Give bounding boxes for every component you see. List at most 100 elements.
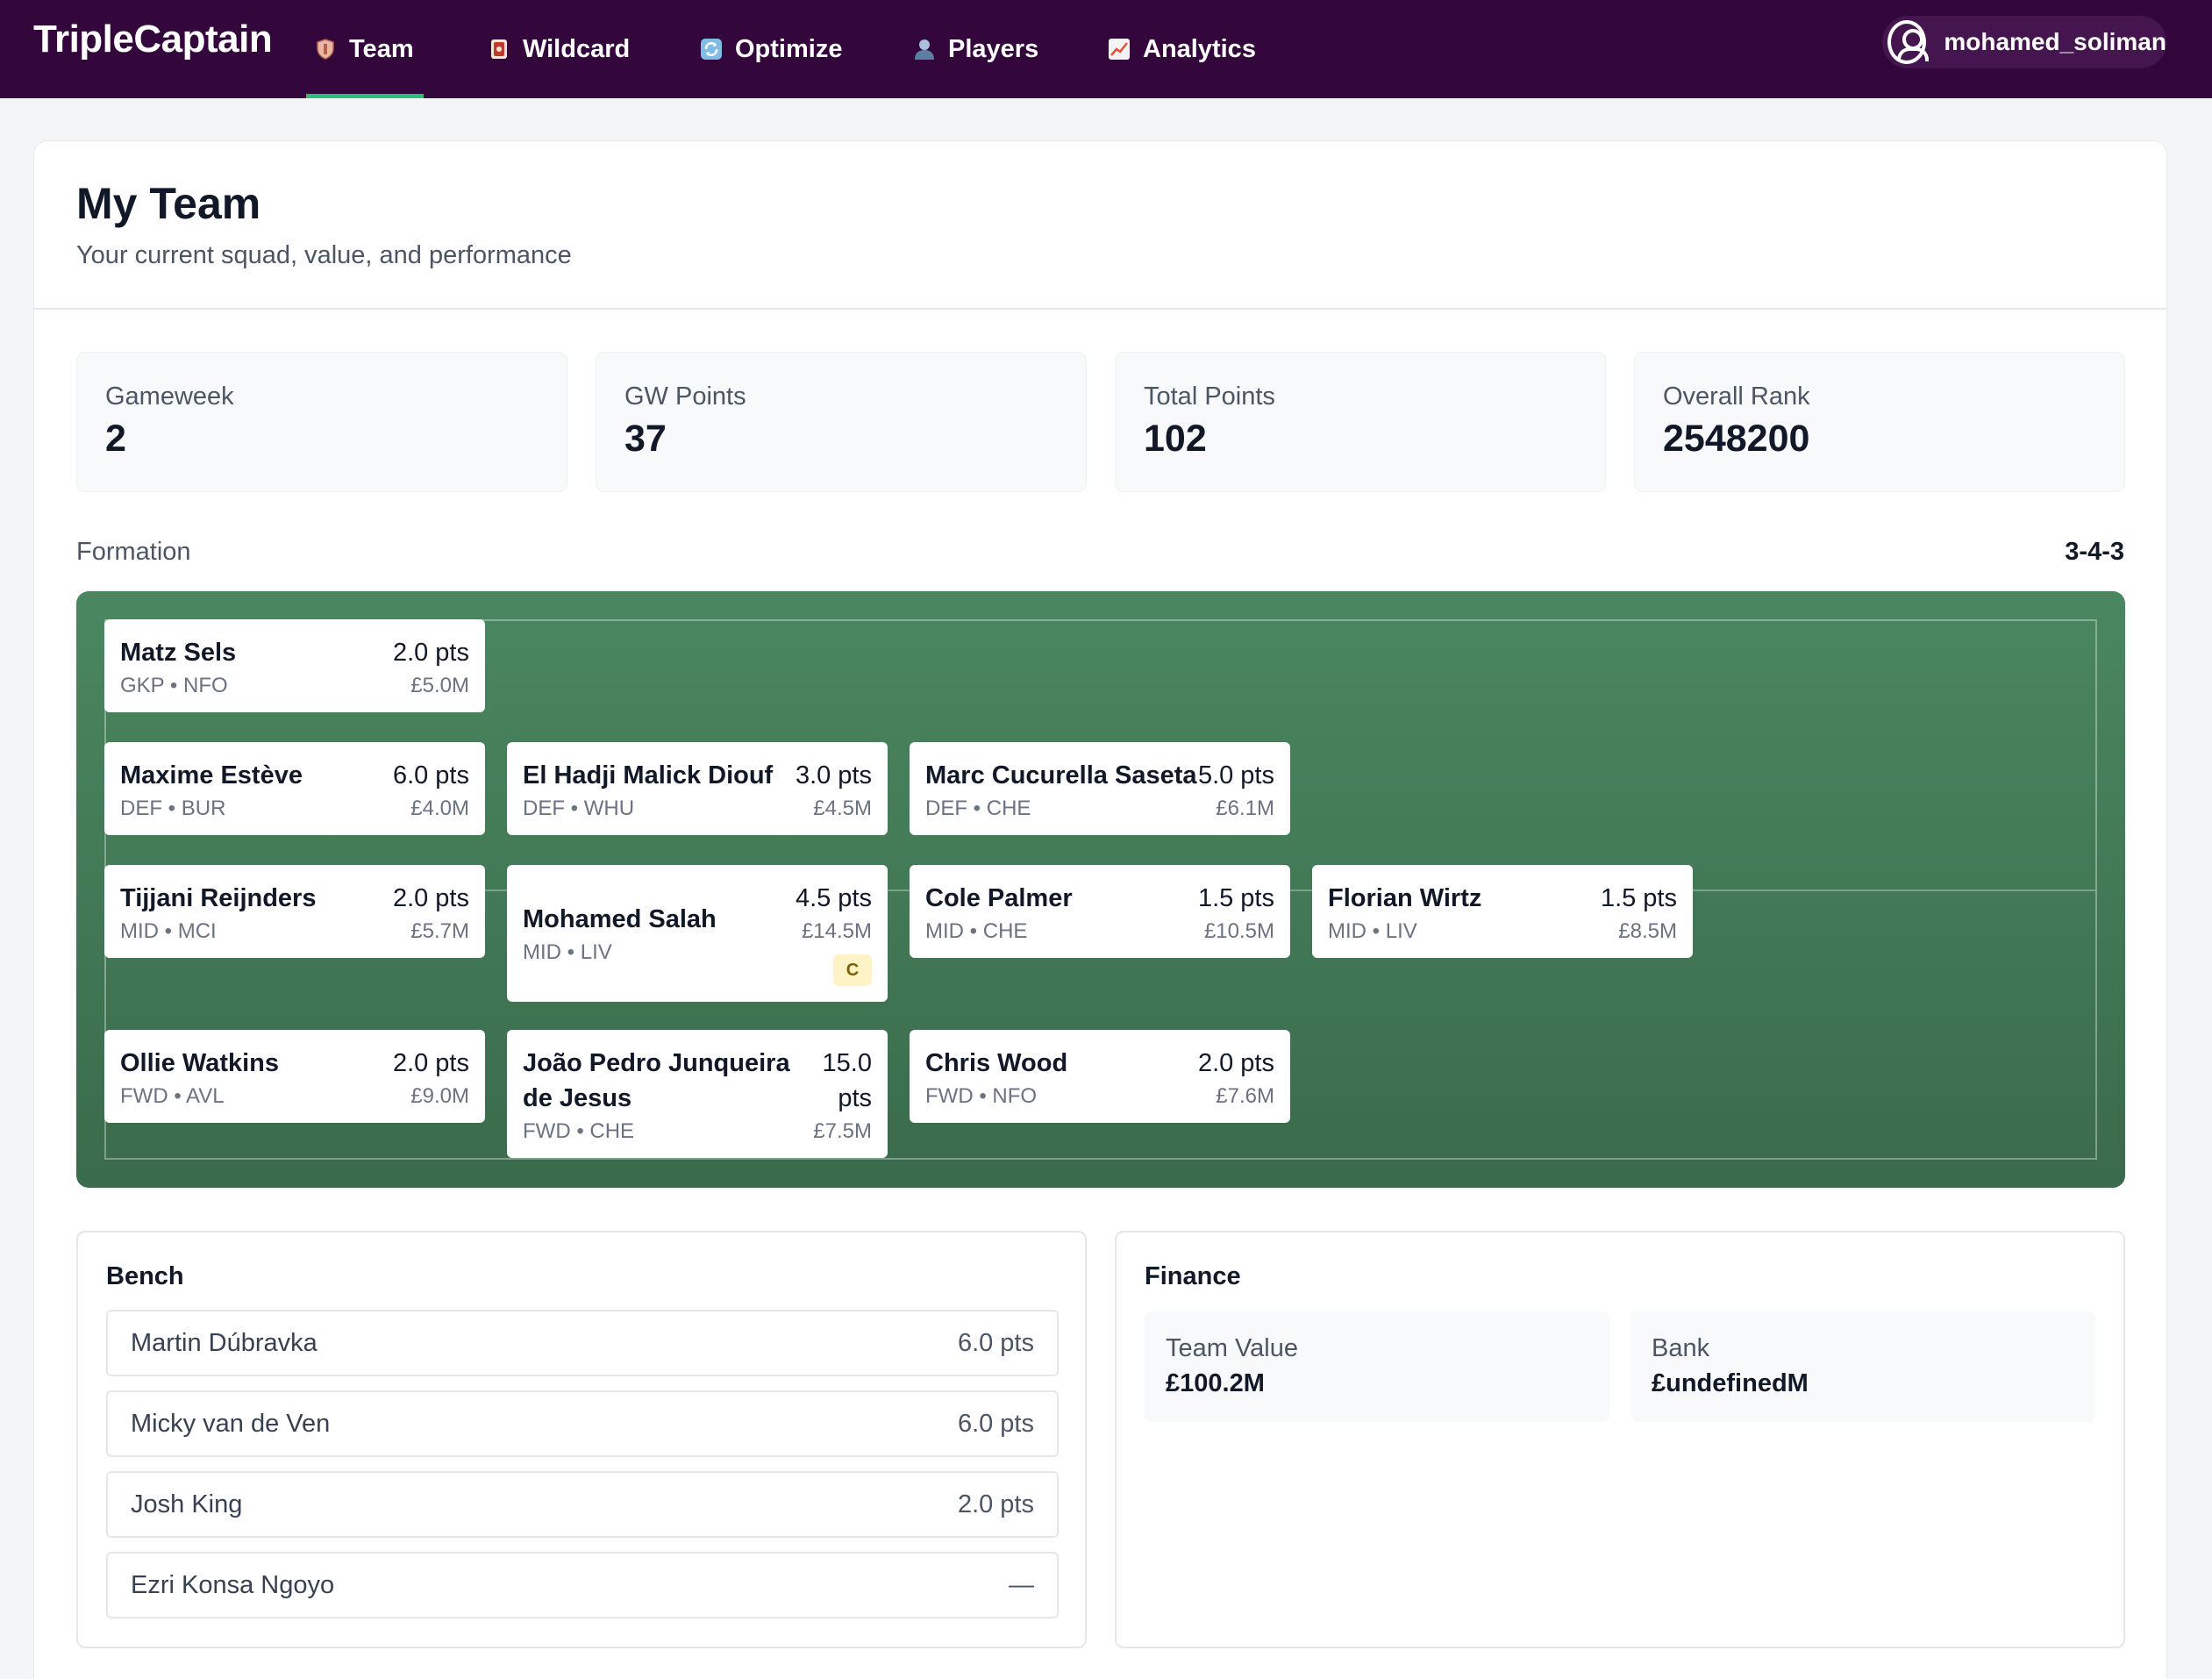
nav-item-team[interactable]: Team — [314, 25, 414, 74]
player-points: 1.5 pts — [1600, 884, 1677, 912]
player-points: 3.0 pts — [795, 761, 872, 789]
bench-row[interactable]: Josh King 2.0 pts — [106, 1471, 1059, 1538]
bench-panel: Bench Martin Dúbravka 6.0 pts Micky van … — [76, 1231, 1087, 1648]
card-icon — [488, 38, 510, 61]
finance-title: Finance — [1145, 1262, 1241, 1290]
player-card-def[interactable]: Marc Cucurella Saseta 5.0 pts DEF • CHE … — [910, 742, 1290, 835]
formation-value: 3-4-3 — [2065, 538, 2124, 566]
nav-item-optimize[interactable]: Optimize — [700, 25, 842, 74]
player-card-mid[interactable]: Tijjani Reijnders 2.0 pts MID • MCI £5.7… — [104, 865, 485, 958]
bank-value: £undefinedM — [1652, 1369, 1809, 1397]
player-price: £7.6M — [1216, 1084, 1274, 1108]
my-team-card: My Team Your current squad, value, and p… — [33, 140, 2167, 1679]
team-value-label: Team Value — [1166, 1334, 1298, 1362]
player-name: Marc Cucurella Saseta — [925, 761, 1197, 789]
stat-value: 102 — [1144, 418, 1207, 460]
bench-title: Bench — [106, 1262, 184, 1290]
bank-box: Bank £undefinedM — [1630, 1311, 2095, 1422]
nav-item-label: Analytics — [1143, 34, 1256, 63]
stat-label: Total Points — [1144, 382, 1275, 411]
player-name: João Pedro Junqueira de Jesus — [523, 1046, 790, 1116]
bench-player-points: 2.0 pts — [957, 1490, 1034, 1518]
player-meta: MID • CHE — [925, 919, 1028, 943]
player-points: 5.0 pts — [1197, 761, 1274, 789]
player-name-line: de Jesus — [523, 1084, 632, 1112]
nav-item-wildcard[interactable]: Wildcard — [488, 25, 630, 74]
team-value-box: Team Value £100.2M — [1145, 1311, 1609, 1422]
player-card-fwd[interactable]: Chris Wood 2.0 pts FWD • NFO £7.6M — [910, 1030, 1290, 1123]
stat-label: GW Points — [624, 382, 746, 411]
stat-total-points: Total Points 102 — [1115, 352, 1606, 492]
player-meta: DEF • BUR — [120, 797, 226, 820]
player-price: £10.5M — [1203, 919, 1274, 943]
finance-panel: Finance Team Value £100.2M Bank £undefin… — [1115, 1231, 2125, 1648]
bench-player-name: Josh King — [131, 1490, 243, 1518]
player-card-def[interactable]: El Hadji Malick Diouf 3.0 pts DEF • WHU … — [507, 742, 888, 835]
player-meta: MID • LIV — [523, 940, 612, 964]
player-name: Chris Wood — [925, 1049, 1068, 1077]
stat-value: 37 — [624, 418, 667, 460]
nav-item-analytics[interactable]: Analytics — [1108, 25, 1256, 74]
player-price: £5.7M — [410, 919, 469, 943]
player-meta: DEF • CHE — [925, 797, 1031, 820]
player-price: £4.0M — [410, 797, 469, 820]
team-value: £100.2M — [1166, 1369, 1265, 1397]
bench-row[interactable]: Martin Dúbravka 6.0 pts — [106, 1310, 1059, 1376]
player-name: Matz Sels — [120, 639, 237, 667]
shield-icon — [314, 38, 337, 61]
bench-player-name: Ezri Konsa Ngoyo — [131, 1571, 335, 1599]
player-meta: MID • LIV — [1328, 919, 1417, 943]
player-name: El Hadji Malick Diouf — [523, 761, 774, 789]
player-price: £9.0M — [410, 1084, 469, 1108]
player-name-line: João Pedro Junqueira — [523, 1049, 790, 1077]
player-card-fwd[interactable]: João Pedro Junqueira de Jesus 15.0 pts F… — [507, 1030, 888, 1158]
bench-player-name: Martin Dúbravka — [131, 1329, 318, 1357]
bench-player-points: 6.0 pts — [957, 1410, 1034, 1438]
player-name: Mohamed Salah — [523, 905, 717, 933]
player-name: Tijjani Reijnders — [120, 884, 317, 912]
page-title: My Team — [76, 179, 261, 228]
player-meta: FWD • NFO — [925, 1084, 1038, 1108]
user-menu-button[interactable]: mohamed_soliman — [1882, 16, 2166, 68]
player-points: 2.0 pts — [1197, 1049, 1274, 1077]
bench-row[interactable]: Ezri Konsa Ngoyo — — [106, 1552, 1059, 1618]
player-meta: FWD • AVL — [120, 1084, 225, 1108]
player-card-mid[interactable]: Florian Wirtz 1.5 pts MID • LIV £8.5M — [1312, 865, 1693, 958]
player-points: 15.0 pts — [823, 1046, 872, 1116]
stat-value: 2548200 — [1663, 418, 1810, 460]
player-meta: DEF • WHU — [523, 797, 635, 820]
player-meta: GKP • NFO — [120, 674, 228, 697]
player-card-fwd[interactable]: Ollie Watkins 2.0 pts FWD • AVL £9.0M — [104, 1030, 485, 1123]
player-name: Maxime Estève — [120, 761, 303, 789]
stat-gameweek: Gameweek 2 — [76, 352, 567, 492]
user-avatar-icon — [1887, 20, 1930, 64]
stat-overall-rank: Overall Rank 2548200 — [1634, 352, 2125, 492]
player-card-mid-captain[interactable]: Mohamed Salah 4.5 pts MID • LIV £14.5M C — [507, 865, 888, 1002]
pitch: Matz Sels 2.0 pts GKP • NFO £5.0M Maxime… — [76, 591, 2125, 1188]
player-meta: MID • MCI — [120, 919, 217, 943]
player-card-gkp[interactable]: Matz Sels 2.0 pts GKP • NFO £5.0M — [104, 619, 485, 712]
player-points-unit: pts — [838, 1084, 872, 1112]
player-card-mid[interactable]: Cole Palmer 1.5 pts MID • CHE £10.5M — [910, 865, 1290, 958]
page-subtitle: Your current squad, value, and performan… — [76, 241, 572, 269]
top-nav: TripleCaptain Team Wildcard Optimize Pla… — [0, 0, 2212, 98]
brand-logo[interactable]: TripleCaptain — [33, 18, 273, 61]
bank-label: Bank — [1652, 1334, 1710, 1362]
player-price: £6.1M — [1216, 797, 1274, 820]
captain-badge: C — [833, 954, 872, 986]
player-name: Ollie Watkins — [120, 1049, 280, 1077]
nav-item-label: Wildcard — [523, 34, 631, 63]
bench-player-name: Micky van de Ven — [131, 1410, 331, 1438]
bench-player-points: — — [1009, 1571, 1034, 1599]
person-icon — [913, 38, 936, 61]
player-card-def[interactable]: Maxime Estève 6.0 pts DEF • BUR £4.0M — [104, 742, 485, 835]
nav-item-label: Team — [349, 34, 414, 63]
nav-item-label: Optimize — [735, 34, 843, 63]
player-name: Cole Palmer — [925, 884, 1073, 912]
player-points: 6.0 pts — [392, 761, 469, 789]
nav-item-players[interactable]: Players — [913, 25, 1038, 74]
bench-row[interactable]: Micky van de Ven 6.0 pts — [106, 1390, 1059, 1457]
player-price: £14.5M — [801, 919, 872, 943]
player-price: £7.5M — [813, 1119, 872, 1143]
stat-label: Overall Rank — [1663, 382, 1810, 411]
